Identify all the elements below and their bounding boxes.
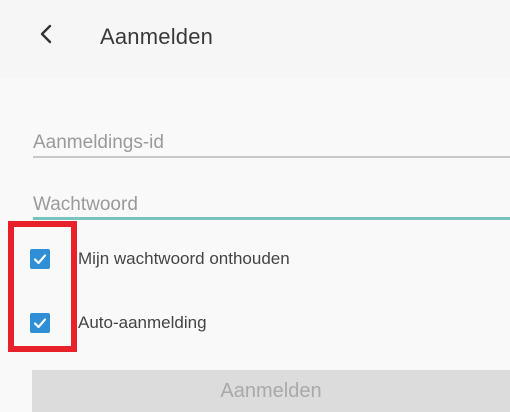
- password-input[interactable]: [33, 176, 510, 225]
- remember-password-label: Mijn wachtwoord onthouden: [78, 249, 290, 268]
- auto-login-label: Auto-aanmelding: [78, 313, 207, 332]
- page-title: Aanmelden: [100, 24, 214, 49]
- chevron-left-icon: [39, 24, 53, 49]
- password-field[interactable]: [33, 176, 510, 225]
- remember-password-checkbox[interactable]: [30, 249, 50, 269]
- app-bar: Aanmelden: [0, 0, 510, 78]
- login-id-field[interactable]: [33, 114, 510, 164]
- back-button[interactable]: [30, 20, 62, 52]
- remember-password-option[interactable]: Mijn wachtwoord onthouden: [30, 244, 290, 274]
- checkmark-icon: [33, 318, 47, 329]
- login-button[interactable]: Aanmelden: [32, 370, 510, 412]
- auto-login-checkbox[interactable]: [30, 313, 50, 333]
- login-id-input[interactable]: [33, 114, 510, 164]
- checkmark-icon: [33, 254, 47, 265]
- auto-login-option[interactable]: Auto-aanmelding: [30, 308, 207, 338]
